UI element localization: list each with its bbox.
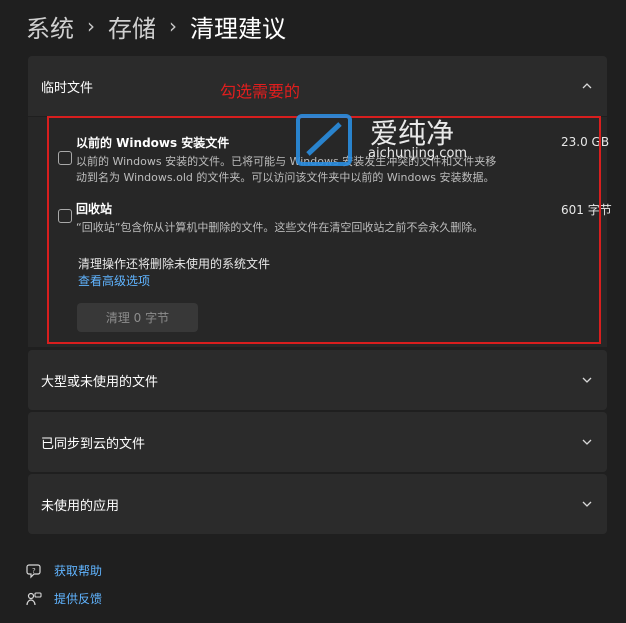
section-title: 大型或未使用的文件 [41, 374, 159, 390]
chevron-down-icon[interactable] [581, 374, 593, 386]
item-description: 以前的 Windows 安装的文件。已将可能与 Windows 安装发生冲突的文… [76, 154, 546, 186]
temp-files-title: 临时文件 [41, 80, 94, 96]
unused-apps-header[interactable]: 未使用的应用 [28, 474, 607, 534]
chevron-down-icon[interactable] [581, 436, 593, 448]
previous-windows-checkbox[interactable] [58, 151, 72, 165]
breadcrumb-item-storage[interactable]: 存储 [108, 9, 156, 44]
item-description-line: 动到名为 Windows.old 的文件夹。可以访问该文件夹中以前的 Windo… [76, 171, 495, 184]
item-size: 601 字节 [561, 203, 612, 217]
recycle-bin-checkbox[interactable] [58, 209, 72, 223]
section-title: 已同步到云的文件 [41, 436, 146, 452]
item-description-line: 以前的 Windows 安装的文件。已将可能与 Windows 安装发生冲突的文… [76, 155, 497, 168]
large-unused-files-header[interactable]: 大型或未使用的文件 [28, 350, 607, 410]
temp-files-body: 以前的 Windows 安装文件 以前的 Windows 安装的文件。已将可能与… [28, 116, 612, 347]
cloud-synced-files-section[interactable]: 已同步到云的文件 [28, 412, 607, 472]
svg-text:?: ? [32, 567, 36, 575]
breadcrumb-separator: › [87, 14, 95, 38]
chevron-up-icon[interactable] [581, 80, 593, 92]
unused-apps-section[interactable]: 未使用的应用 [28, 474, 607, 534]
get-help-link[interactable]: ? 获取帮助 [26, 562, 102, 579]
breadcrumb-separator: › [169, 14, 177, 38]
breadcrumb: 系统 › 存储 › 清理建议 [26, 8, 286, 44]
list-item-recycle-bin: 回收站 “回收站”包含你从计算机中删除的文件。这些文件在清空回收站之前不会永久删… [58, 201, 612, 236]
temp-files-section: 临时文件 以前的 Windows 安装文件 以前的 Windows 安装的文件。… [28, 56, 612, 347]
give-feedback-label: 提供反馈 [54, 592, 103, 606]
give-feedback-link[interactable]: 提供反馈 [26, 590, 102, 607]
item-description: “回收站”包含你从计算机中删除的文件。这些文件在清空回收站之前不会永久删除。 [76, 221, 484, 234]
help-icon: ? [26, 563, 42, 579]
item-title: 回收站 [76, 202, 113, 216]
feedback-icon [26, 591, 42, 607]
temp-files-header[interactable]: 临时文件 [28, 56, 607, 116]
chevron-down-icon[interactable] [581, 498, 593, 510]
get-help-label: 获取帮助 [54, 564, 103, 578]
section-title: 未使用的应用 [41, 498, 120, 514]
large-unused-files-section[interactable]: 大型或未使用的文件 [28, 350, 607, 410]
cloud-synced-files-header[interactable]: 已同步到云的文件 [28, 412, 607, 472]
item-title: 以前的 Windows 安装文件 [76, 136, 230, 150]
cleanup-note: 清理操作还将删除未使用的系统文件 [78, 257, 271, 271]
list-item-previous-windows: 以前的 Windows 安装文件 以前的 Windows 安装的文件。已将可能与… [58, 135, 609, 186]
breadcrumb-item-system[interactable]: 系统 [26, 9, 74, 44]
page-title: 清理建议 [190, 14, 286, 43]
clean-button[interactable]: 清理 0 字节 [77, 303, 198, 332]
annotation-text: 勾选需要的 [220, 82, 301, 101]
item-size: 23.0 GB [561, 135, 610, 149]
advanced-options-link[interactable]: 查看高级选项 [78, 272, 150, 289]
